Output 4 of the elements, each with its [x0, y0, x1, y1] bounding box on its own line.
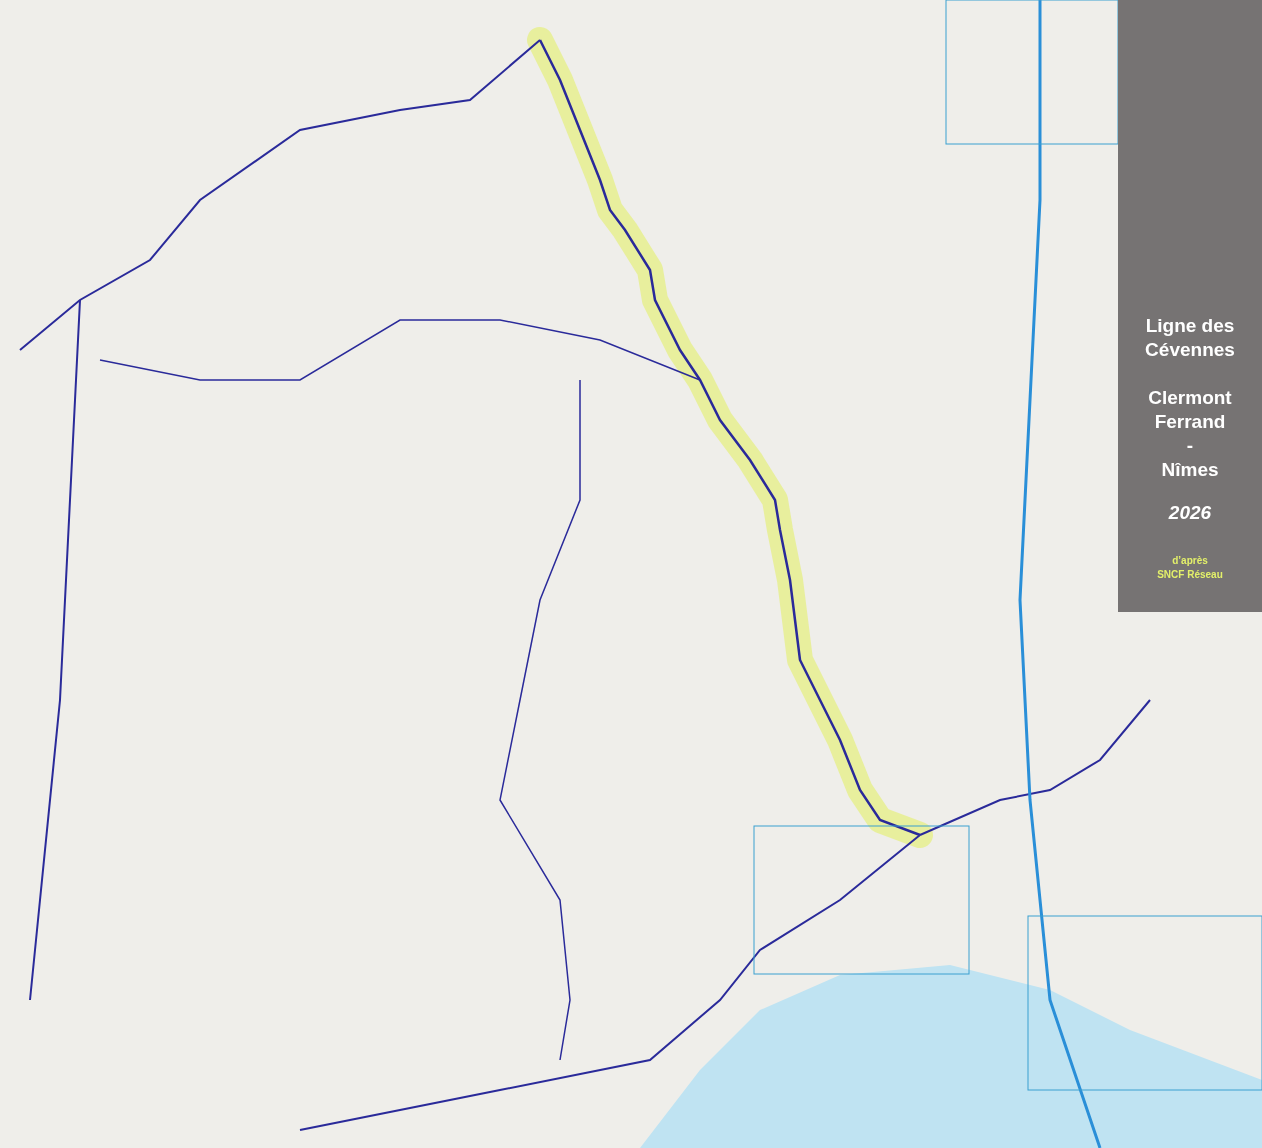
line-title: Ligne des Cévennes: [1145, 314, 1235, 362]
route-title: Clermont Ferrand - Nîmes: [1148, 386, 1232, 482]
source-credit: d’après SNCF Réseau: [1157, 554, 1223, 582]
year-label: 2026: [1168, 502, 1212, 524]
